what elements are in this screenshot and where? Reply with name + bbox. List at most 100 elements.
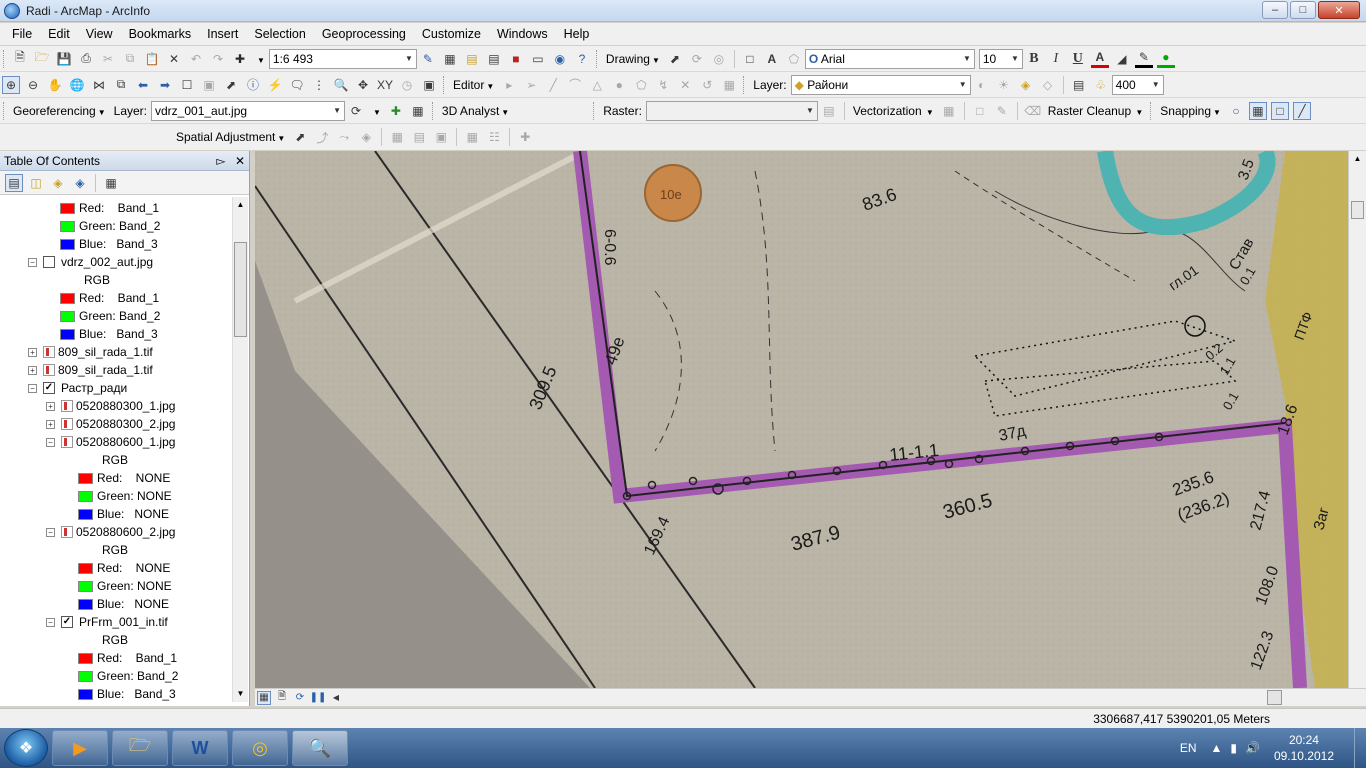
undo-icon[interactable]: ↶	[187, 50, 205, 68]
bold-button[interactable]: B	[1025, 50, 1043, 68]
toolbar-grip[interactable]	[3, 101, 6, 120]
layer-visibility-checkbox[interactable]	[43, 256, 55, 268]
limited-adjustment-icon[interactable]: ▤	[410, 128, 428, 146]
band-color-swatch[interactable]	[78, 490, 93, 502]
toolbar-grip[interactable]	[3, 49, 6, 68]
band-color-swatch[interactable]	[60, 238, 75, 250]
modify-link-icon[interactable]: ⤳	[335, 128, 353, 146]
toc-layer-row[interactable]: − 0520880600_2.jpg	[46, 523, 175, 541]
endpoint-arc-icon[interactable]: ⌒	[566, 76, 584, 94]
expand-icon[interactable]: +	[28, 347, 37, 357]
band-color-swatch[interactable]	[78, 562, 93, 574]
table-of-contents-icon[interactable]: ▦	[441, 50, 459, 68]
toc-layer-row[interactable]: − ✓ PrFrm_001_in.tif	[46, 613, 168, 631]
collapse-icon[interactable]: −	[46, 617, 55, 627]
word-icon[interactable]: W	[172, 730, 228, 766]
list-by-source-icon[interactable]: ◫	[27, 174, 45, 192]
map-scroll-up-icon[interactable]: ▲	[1349, 151, 1366, 167]
band-color-swatch[interactable]	[60, 310, 75, 322]
toc-layer-row[interactable]: +0520880300_2.jpg	[46, 415, 175, 433]
map-scroll-thumb[interactable]	[1351, 201, 1364, 219]
menu-file[interactable]: File	[4, 23, 40, 45]
vectorization-menu[interactable]: Vectorization ▼	[853, 104, 934, 118]
toc-layer-row[interactable]: +0520880300_1.jpg	[46, 397, 175, 415]
rotate-raster-icon[interactable]: ⟳	[347, 102, 365, 120]
broken-raster-icon[interactable]	[43, 364, 55, 376]
fixed-zoom-in-icon[interactable]: ⋈	[90, 76, 108, 94]
collapse-icon[interactable]: −	[46, 527, 55, 537]
broken-raster-icon[interactable]	[61, 400, 73, 412]
menu-windows[interactable]: Windows	[489, 23, 556, 45]
menu-geoprocessing[interactable]: Geoprocessing	[314, 23, 414, 45]
list-by-drawing-order-icon[interactable]: ▤	[5, 173, 23, 192]
edge-snapping-icon[interactable]: ╱	[1292, 101, 1311, 120]
reshape-icon[interactable]: ↯	[654, 76, 672, 94]
split-icon[interactable]: ↺	[698, 76, 716, 94]
flicker-icon[interactable]: ◇	[1039, 76, 1057, 94]
rectangle-icon[interactable]: □	[741, 50, 759, 68]
select-adjust-icon[interactable]: ⬈	[291, 128, 309, 146]
end-snapping-icon[interactable]: ▦	[1248, 101, 1267, 120]
marker-color-icon[interactable]: ●	[1156, 50, 1175, 68]
paste-icon[interactable]: 📋	[143, 50, 161, 68]
band-color-swatch[interactable]	[78, 652, 93, 664]
band-color-swatch[interactable]	[78, 598, 93, 610]
scroll-up-icon[interactable]: ▲	[233, 197, 248, 213]
toc-layer-row[interactable]: +809_sil_rada_1.tif	[28, 343, 153, 361]
band-color-swatch[interactable]	[78, 472, 93, 484]
minimize-icon[interactable]: –	[1262, 1, 1288, 19]
refresh-view-icon[interactable]: ⟳	[293, 691, 307, 705]
menu-insert[interactable]: Insert	[199, 23, 246, 45]
select-features-icon[interactable]: ☐	[178, 76, 196, 94]
toolbar-grip[interactable]	[595, 49, 599, 68]
raster-painting-icon[interactable]: ▤	[820, 102, 838, 120]
cut-polygons-icon[interactable]: ✕	[676, 76, 694, 94]
raster-pencil-icon[interactable]: ✎	[993, 102, 1011, 120]
open-folder-icon[interactable]: 🗁	[33, 50, 51, 68]
edit-annotation-icon[interactable]: ➢	[522, 76, 540, 94]
whats-this-icon[interactable]: ?	[573, 50, 591, 68]
volume-icon[interactable]: 🔊	[1245, 741, 1260, 755]
identity-link-icon[interactable]: ▦	[388, 128, 406, 146]
menu-customize[interactable]: Customize	[414, 23, 489, 45]
scroll-left-icon[interactable]: ◀	[329, 691, 343, 705]
cut-icon[interactable]: ✂	[99, 50, 117, 68]
pin-icon[interactable]: ▻	[216, 154, 225, 168]
expand-icon[interactable]: +	[28, 365, 37, 375]
model-builder-icon[interactable]: ◉	[551, 50, 569, 68]
scroll-down-icon[interactable]: ▼	[233, 686, 248, 702]
menu-help[interactable]: Help	[556, 23, 598, 45]
add-control-points-icon[interactable]: ✚	[387, 102, 405, 120]
view-link-table-icon[interactable]: ▦	[409, 102, 427, 120]
save-icon[interactable]: 💾	[55, 50, 73, 68]
point-icon[interactable]: ●	[610, 76, 628, 94]
edit-vertices-tool-icon[interactable]: ⬠	[632, 76, 650, 94]
menu-bookmarks[interactable]: Bookmarks	[121, 23, 200, 45]
underline-button[interactable]: U	[1069, 50, 1087, 68]
close-icon[interactable]: ✕	[1318, 1, 1360, 19]
fixed-zoom-out-icon[interactable]: ⧉	[112, 76, 130, 94]
map-vertical-scrollbar[interactable]: ▲	[1348, 151, 1366, 688]
go-forward-icon[interactable]: ➡	[156, 76, 174, 94]
broken-raster-icon[interactable]	[61, 436, 73, 448]
pause-drawing-icon[interactable]: ❚❚	[310, 691, 327, 705]
toolbar-grip[interactable]	[593, 101, 596, 120]
create-viewer-icon[interactable]: ▣	[420, 76, 438, 94]
edit-vertices-icon[interactable]: ⬠	[785, 50, 803, 68]
toolbar-grip[interactable]	[443, 75, 446, 94]
layer-transparency-icon[interactable]: ▤	[1070, 76, 1088, 94]
layout-view-icon[interactable]: 🗎	[275, 691, 289, 705]
line-color-icon[interactable]: ✎	[1134, 50, 1153, 68]
multiple-displacement-icon[interactable]: ◈	[357, 128, 375, 146]
go-back-icon[interactable]: ⬅	[134, 76, 152, 94]
font-combo[interactable]: O Arial ▼	[804, 48, 975, 69]
map-hscroll-thumb[interactable]	[1267, 690, 1282, 705]
band-color-swatch[interactable]	[60, 220, 75, 232]
straight-segment-icon[interactable]: ╱	[544, 76, 562, 94]
globe-app-icon[interactable]: ◎	[232, 730, 288, 766]
time-slider-icon[interactable]: ◷	[398, 76, 416, 94]
layer-visibility-checkbox[interactable]: ✓	[43, 382, 55, 394]
select-elements-tool-icon[interactable]: ⬈	[222, 76, 240, 94]
band-color-swatch[interactable]	[60, 328, 75, 340]
vertex-snapping-icon[interactable]: □	[1270, 101, 1289, 120]
